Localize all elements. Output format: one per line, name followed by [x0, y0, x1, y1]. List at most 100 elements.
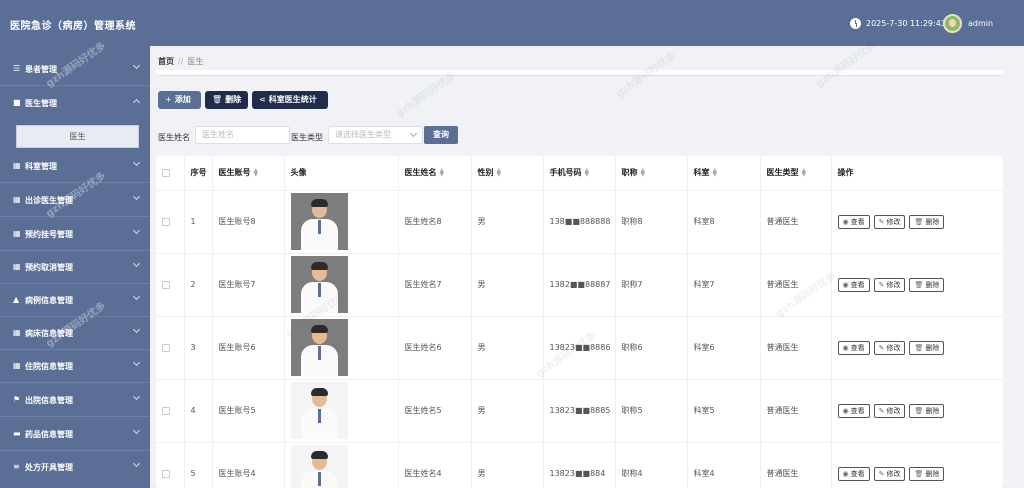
sidebar-item-doctors[interactable]: ■ 医生管理	[0, 86, 150, 120]
cell-gender: 男	[471, 190, 544, 254]
row-select-cell[interactable]	[156, 442, 185, 488]
doctor-name-input[interactable]: 医生姓名	[195, 126, 290, 144]
add-button[interactable]: + 添加	[158, 91, 201, 109]
cell-actions: ◉ 查看 ✎ 修改 🗑 删除	[831, 379, 1003, 443]
col-gender-label: 性别	[477, 168, 494, 178]
sidebar-item-beds[interactable]: ▦ 病床信息管理	[0, 316, 150, 350]
row-select-cell[interactable]	[156, 190, 185, 254]
col-type-label: 医生类型	[766, 168, 799, 178]
col-title[interactable]: 职称 ▲ ▼	[615, 156, 688, 191]
row-select-cell[interactable]	[156, 316, 185, 380]
sidebar-subitem-doctor[interactable]: 医生	[16, 125, 139, 148]
delete-row-button[interactable]: 🗑 删除	[909, 277, 945, 292]
edit-button[interactable]: ✎ 修改	[873, 403, 906, 418]
sort-icon[interactable]: ▲ ▼	[713, 167, 718, 177]
cell-no: 1	[184, 190, 213, 254]
view-button[interactable]: ◉ 查看	[837, 466, 870, 481]
cell-gender: 男	[471, 442, 544, 488]
cell-actions: ◉ 查看 ✎ 修改 🗑 删除	[831, 190, 1003, 254]
col-type[interactable]: 医生类型 ▲ ▼	[760, 156, 832, 191]
sort-icon[interactable]: ▲ ▼	[585, 167, 590, 177]
checkbox[interactable]	[162, 217, 170, 226]
breadcrumb-current: 医生	[187, 57, 204, 66]
sort-icon[interactable]: ▲ ▼	[497, 167, 502, 177]
sidebar-item-hospitalization[interactable]: ▦ 住院信息管理	[0, 349, 150, 383]
view-button[interactable]: ◉ 查看	[837, 214, 870, 229]
edit-button[interactable]: ✎ 修改	[873, 340, 906, 355]
cell-gender: 男	[471, 379, 544, 443]
sort-icon[interactable]: ▲ ▼	[254, 167, 259, 177]
eye-icon: ◉	[842, 406, 849, 415]
col-phone[interactable]: 手机号码 ▲ ▼	[543, 156, 616, 191]
col-name[interactable]: 医生姓名 ▲ ▼	[398, 156, 472, 191]
sidebar-item-cases[interactable]: ▲ 病例信息管理	[0, 283, 150, 317]
system-title: 医院急诊（病房）管理系统	[10, 21, 136, 32]
cell-name: 医生姓名7	[398, 253, 472, 317]
sidebar-item-appointments[interactable]: ▦ 预约挂号管理	[0, 217, 150, 251]
col-gender[interactable]: 性别 ▲ ▼	[471, 156, 544, 191]
edit-button[interactable]: ✎ 修改	[873, 214, 906, 229]
delete-button[interactable]: 🗑 删除	[205, 91, 248, 109]
row-select-cell[interactable]	[156, 253, 185, 317]
cell-actions: ◉ 查看 ✎ 修改 🗑 删除	[831, 442, 1003, 488]
cell-dept: 科室6	[687, 316, 761, 380]
cell-photo	[284, 442, 399, 488]
cell-no: 4	[184, 379, 213, 443]
edit-button[interactable]: ✎ 修改	[873, 466, 906, 481]
checkbox[interactable]	[162, 280, 170, 289]
sort-icon[interactable]: ▲ ▼	[641, 167, 646, 177]
checkbox[interactable]	[162, 469, 170, 478]
cell-title: 职称8	[615, 190, 688, 254]
table-row: 3 医生账号6 医生姓名6 男 13823■■8886 职称6 科室6 普通医生 ◉ 查看 ✎ 修改 🗑…	[156, 316, 1003, 380]
col-account[interactable]: 医生账号 ▲ ▼	[212, 156, 285, 191]
grid-icon: ▦	[13, 229, 21, 238]
chevron-down-icon	[132, 459, 141, 468]
cell-photo	[284, 316, 399, 380]
doctor-table: 序号 医生账号 ▲ ▼ 头像 医生姓名 ▲ ▼ 性别 ▲ ▼ 手机号码 ▲ ▼ 职称 ▲ ▼ 科室 ▲…	[156, 156, 1003, 488]
delete-row-button[interactable]: 🗑 删除	[909, 214, 945, 229]
breadcrumb-home[interactable]: 首页	[158, 57, 174, 66]
username[interactable]: admin	[968, 19, 993, 28]
user-avatar[interactable]	[943, 14, 962, 33]
edit-button[interactable]: ✎ 修改	[873, 277, 906, 292]
delete-row-button[interactable]: 🗑 删除	[909, 403, 945, 418]
dept-doctor-stats-button[interactable]: ⋖ 科室医生统计	[252, 91, 328, 109]
row-select-cell[interactable]	[156, 379, 185, 443]
delete-row-button[interactable]: 🗑 删除	[909, 466, 945, 481]
view-button[interactable]: ◉ 查看	[837, 277, 870, 292]
view-button[interactable]: ◉ 查看	[837, 340, 870, 355]
delete-row-button[interactable]: 🗑 删除	[909, 340, 945, 355]
edit-label: 修改	[886, 406, 901, 415]
checkbox[interactable]	[162, 343, 170, 352]
col-actions: 操作	[831, 156, 1003, 191]
cell-phone: 1382■■88887	[543, 253, 616, 317]
sidebar-item-discharge[interactable]: ⚑ 出院信息管理	[0, 383, 150, 417]
cell-name: 医生姓名4	[398, 442, 472, 488]
trash-icon: 🗑	[914, 280, 924, 289]
col-name-label: 医生姓名	[404, 168, 437, 178]
sort-icon[interactable]: ▲ ▼	[440, 167, 445, 177]
sidebar-item-patients[interactable]: ☰ 患者管理	[0, 52, 150, 86]
sort-icon[interactable]: ▲ ▼	[802, 167, 807, 177]
cell-name: 医生姓名6	[398, 316, 472, 380]
select-all-checkbox[interactable]	[156, 156, 185, 191]
query-button[interactable]: 查询	[424, 126, 458, 144]
checkbox[interactable]	[162, 168, 170, 177]
view-button[interactable]: ◉ 查看	[837, 403, 870, 418]
grid-icon: ▦	[13, 195, 21, 204]
sidebar-item-departments[interactable]: ▦ 科室管理	[0, 149, 150, 183]
sidebar-item-prescriptions[interactable]: ≡ 处方开具管理	[0, 450, 150, 484]
sidebar-item-label: 处方开具管理	[25, 463, 73, 472]
pencil-icon: ✎	[878, 406, 885, 415]
breadcrumb-bar	[156, 70, 1003, 76]
doctor-type-select[interactable]: 请选择医生类型	[328, 126, 423, 144]
sidebar-item-drugs[interactable]: ▬ 药品信息管理	[0, 417, 150, 451]
table-header-row: 序号 医生账号 ▲ ▼ 头像 医生姓名 ▲ ▼ 性别 ▲ ▼ 手机号码 ▲ ▼ 职称 ▲ ▼ 科室 ▲…	[156, 156, 1003, 191]
sidebar-item-appointment-cancel[interactable]: ▦ 预约取消管理	[0, 250, 150, 284]
cell-no: 2	[184, 253, 213, 317]
checkbox[interactable]	[162, 406, 170, 415]
sidebar-item-visiting-doctors[interactable]: ▦ 出诊医生管理	[0, 183, 150, 217]
cell-type: 普通医生	[760, 379, 832, 443]
col-dept[interactable]: 科室 ▲ ▼	[687, 156, 761, 191]
table-row: 2 医生账号7 医生姓名7 男 1382■■88887 职称7 科室7 普通医生 ◉ 查看 ✎ 修改 🗑…	[156, 253, 1003, 317]
